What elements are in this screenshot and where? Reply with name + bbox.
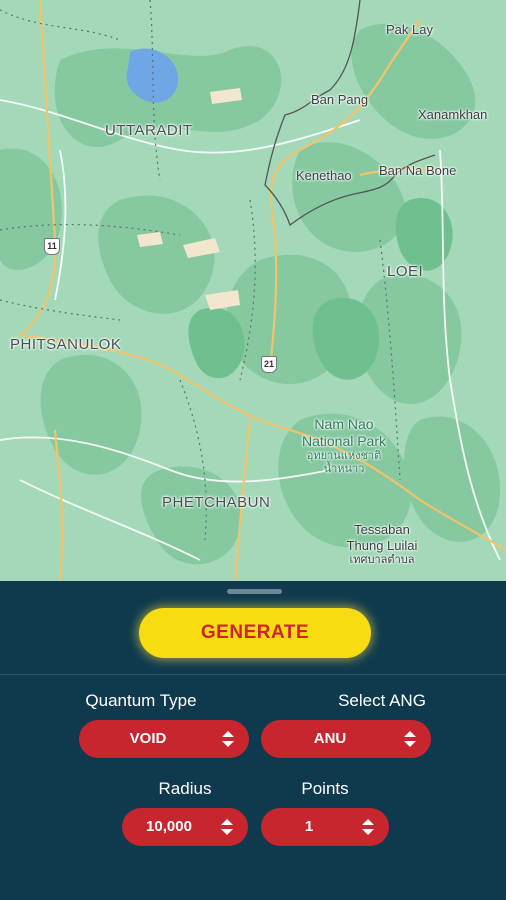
park-name-thai-1: อุทยานแห่งชาติ [306,450,382,462]
map-label-nam-nao-park: Nam Nao National Park อุทยานแห่งชาติ น้ำ… [292,416,396,476]
tessaban-line-1: Tessaban [354,522,410,537]
radius-value: 10,000 [146,818,192,835]
sheet-drag-handle[interactable] [227,589,282,594]
quantum-type-value: VOID [129,730,167,747]
quantum-type-select[interactable]: VOID [79,720,249,758]
generate-button[interactable]: GENERATE [139,608,371,658]
map-label-tessaban: Tessaban Thung Luilai เทศบาลตำบล [340,522,424,567]
route-21-shield: 21 [261,356,277,373]
park-name-line-2: National Park [301,433,387,449]
quantum-type-label: Quantum Type [85,691,197,710]
tessaban-thai: เทศบาลตำบล [349,554,415,566]
sort-arrows-icon [222,731,234,747]
park-name-line-1: Nam Nao [314,416,374,432]
sort-arrows-icon [404,731,416,747]
park-name-thai-2: น้ำหนาว [323,463,365,475]
radius-label: Radius [158,779,212,798]
map-label-pak-lay: Pak Lay [386,22,433,37]
points-label: Points [301,779,349,798]
map-label-phitsanulok: PHITSANULOK [10,336,122,353]
sheet-divider [0,674,506,675]
map-label-ban-na-bone: Ban Na Bone [379,163,457,178]
map-view[interactable]: Pak Lay Ban Pang Xanamkhan UTTARADIT Ken… [0,0,506,581]
route-11-shield: 11 [44,238,60,255]
points-value: 1 [304,818,314,835]
sort-arrows-icon [221,819,233,835]
sort-arrows-icon [362,819,374,835]
map-label-ban-pang: Ban Pang [311,92,369,107]
select-ang-label: Select ANG [338,691,426,710]
map-label-uttaradit: UTTARADIT [105,122,193,139]
radius-select[interactable]: 10,000 [122,808,248,846]
map-label-loei: LOEI [387,263,424,280]
tessaban-line-2: Thung Luilai [346,538,418,553]
select-ang-select[interactable]: ANU [261,720,431,758]
map-label-xanamkhan: Xanamkhan [418,107,488,122]
map-label-kenethao: Kenethao [296,168,352,183]
map-label-phetchabun: PHETCHABUN [162,494,271,511]
points-select[interactable]: 1 [261,808,389,846]
bottom-sheet: GENERATE Quantum Type Select ANG VOID AN… [0,581,506,900]
select-ang-value: ANU [313,730,347,747]
